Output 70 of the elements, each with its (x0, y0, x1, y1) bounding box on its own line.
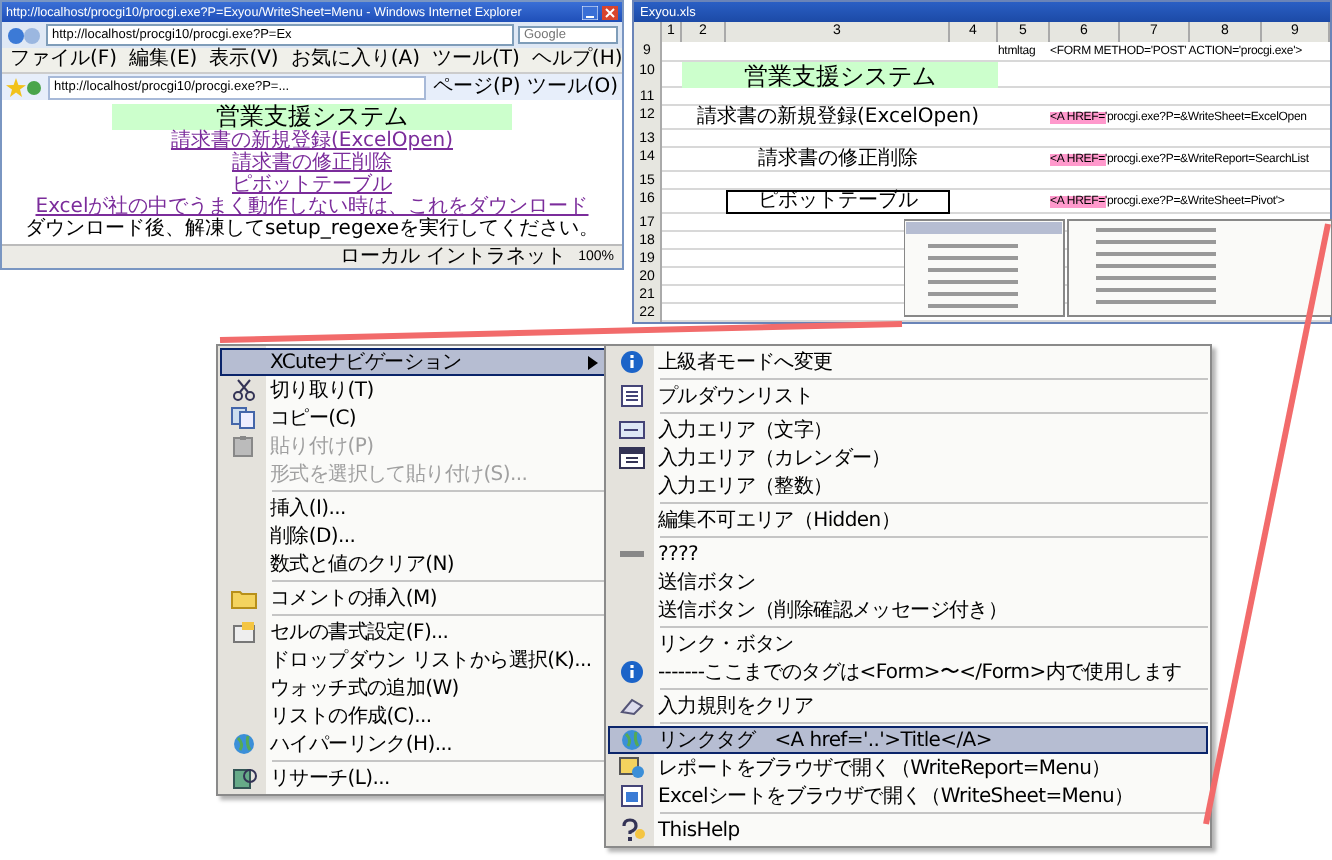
menu-item[interactable]: プルダウンリスト (608, 382, 1208, 410)
clipboard-icon (230, 434, 258, 458)
toolbar-button[interactable]: ツール(O) (526, 75, 618, 99)
page-link[interactable]: ピボットテーブル (232, 174, 392, 196)
menu-item[interactable]: -------ここまでのタグは<Form>〜</Form>内で使用します (608, 658, 1208, 686)
calendar-icon (618, 446, 646, 470)
cell-text: 請求書の新規登録(ExcelOpen) (697, 108, 980, 128)
info-icon (618, 660, 646, 684)
menu-item[interactable]: 入力規則をクリア (608, 692, 1208, 720)
menu-item[interactable]: 送信ボタン (608, 568, 1208, 596)
menu-item[interactable]: リサーチ(L)... (220, 764, 608, 792)
folder-icon (230, 586, 258, 610)
scissors-icon (230, 378, 258, 402)
menu-item[interactable]: リストの作成(C)... (220, 702, 608, 730)
globe-icon (618, 728, 646, 752)
page-link[interactable]: 請求書の修正削除 (232, 152, 392, 174)
menu-item[interactable]: 削除(D)... (220, 522, 608, 550)
select-all-corner[interactable] (634, 22, 662, 42)
eraser-icon (618, 694, 646, 718)
menu-item[interactable]: 入力エリア（整数） (608, 472, 1208, 500)
menu-item[interactable]: ハイパーリンク(H)... (220, 730, 608, 758)
page-link[interactable]: Excelが社の中でうまく動作しない時は、これをダウンロード (35, 196, 589, 218)
menu-item[interactable]: リンク・ボタン (608, 630, 1208, 658)
menu-item[interactable]: ThisHelp (608, 816, 1208, 844)
menu-item[interactable]: ???? (608, 540, 1208, 568)
menu-item[interactable]: 表示(V) (209, 48, 279, 72)
list-icon (618, 384, 646, 408)
menu-item[interactable]: ツール(T) (432, 48, 520, 72)
copy-icon (230, 406, 258, 430)
menu-item[interactable]: セルの書式設定(F)... (220, 618, 608, 646)
menu-item[interactable]: ドロップダウン リストから選択(K)... (220, 646, 608, 674)
info-icon (618, 350, 646, 374)
menu-item[interactable]: お気に入り(A) (290, 48, 420, 72)
status-text: ローカル イントラネット (339, 246, 567, 268)
submenu-arrow-icon (588, 356, 598, 370)
field-icon (618, 418, 646, 442)
menu-item[interactable]: リンクタグ <A href='..'>Title</A> (608, 726, 1208, 754)
menu-item[interactable]: 上級者モードへ変更 (608, 348, 1208, 376)
page-note: ダウンロード後、解凍してsetup_regexeを実行してください。 (24, 218, 600, 240)
toolbar-button[interactable]: ページ(P) (432, 75, 521, 99)
report-icon (618, 756, 646, 780)
sheet-heading: 営業支援システム (682, 62, 998, 88)
menu-item[interactable]: コメントの挿入(M) (220, 584, 608, 612)
menu-item[interactable]: ヘルプ(H) (531, 48, 623, 72)
bar-icon (618, 550, 646, 558)
menu-item[interactable]: 送信ボタン（削除確認メッセージ付き） (608, 596, 1208, 624)
menu-item[interactable]: 挿入(I)... (220, 494, 608, 522)
menu-item[interactable]: 切り取り(T) (220, 376, 608, 404)
menu-item[interactable]: 数式と値のクリア(N) (220, 550, 608, 578)
page-link[interactable]: 請求書の新規登録(ExcelOpen) (170, 130, 453, 152)
menu-item[interactable]: 編集(E) (129, 48, 198, 72)
menu-item[interactable]: XCuteナビゲーション (220, 348, 608, 376)
card-icon (230, 620, 258, 644)
help-icon (618, 818, 646, 842)
menu-item[interactable]: コピー(C) (220, 404, 608, 432)
star-icon[interactable] (6, 77, 42, 97)
globe-icon (230, 732, 258, 756)
menu-item[interactable]: 入力エリア（カレンダー） (608, 444, 1208, 472)
menu-item[interactable]: 編集不可エリア（Hidden） (608, 506, 1208, 534)
close-icon[interactable] (602, 5, 618, 19)
sheet-icon (618, 784, 646, 808)
menu-item[interactable]: ウォッチ式の追加(W) (220, 674, 608, 702)
menu-item[interactable]: 入力エリア（文字） (608, 416, 1208, 444)
cell-text: 請求書の修正削除 (758, 150, 918, 170)
menu-item[interactable]: ファイル(F) (10, 48, 118, 72)
menu-item[interactable]: レポートをブラウザで開く（WriteReport=Menu） (608, 754, 1208, 782)
menu-item[interactable]: Excelシートをブラウザで開く（WriteSheet=Menu） (608, 782, 1208, 810)
back-forward-icon[interactable] (6, 25, 42, 45)
minimize-icon[interactable] (582, 5, 598, 19)
page-heading: 営業支援システム (112, 104, 512, 130)
